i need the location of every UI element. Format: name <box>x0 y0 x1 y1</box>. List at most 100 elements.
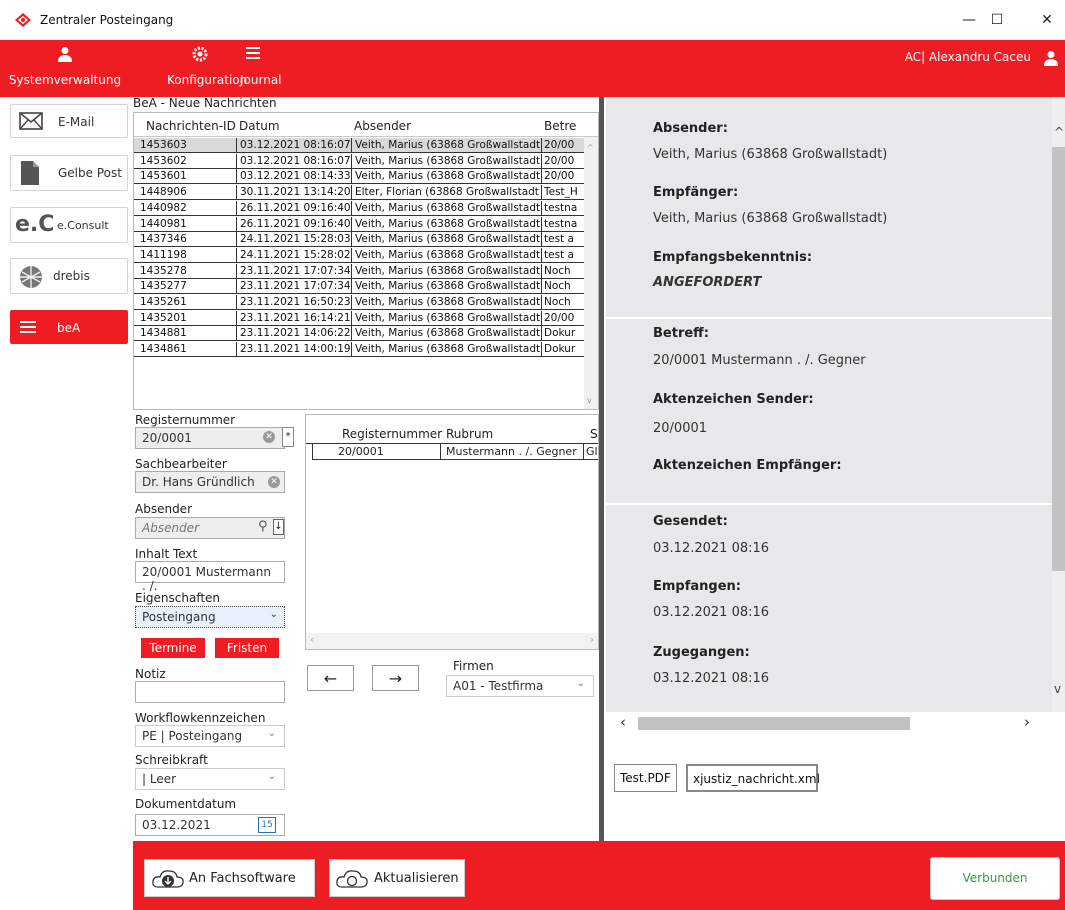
nav-item-gelbe-post[interactable]: Gelbe Post <box>10 155 128 191</box>
column-header[interactable]: Rubrum <box>446 427 493 441</box>
chevron-down-icon[interactable]: v <box>1054 682 1061 696</box>
column-header[interactable]: Datum <box>239 119 280 133</box>
an-fachsoftware-button[interactable]: An Fachsoftware <box>144 859 315 897</box>
messages-scrollbar[interactable]: ^ v <box>584 137 598 409</box>
toolbar-journal[interactable]: Journal <box>240 40 284 97</box>
close-button[interactable]: ✕ <box>1024 6 1065 34</box>
detail-scrollbar[interactable]: ^ v <box>1052 97 1065 712</box>
table-row[interactable]: 1448906 30.11.2021 13:14:20 Elter, Florian… <box>134 185 586 201</box>
splitter[interactable] <box>599 97 604 841</box>
table-row[interactable]: 1434881 23.11.2021 14:06:22 Veith, Marius … <box>134 326 586 342</box>
attachment-xml[interactable]: xjustiz_nachricht.xml <box>686 764 820 792</box>
table-cell: 1453601 <box>140 170 187 183</box>
column-separator <box>541 153 542 169</box>
table-cell: Veith, Marius (63868 Großwallstadt) <box>355 233 540 246</box>
nav-label: E-Mail <box>58 115 95 129</box>
clear-icon[interactable]: ✕ <box>268 476 280 488</box>
column-separator <box>541 295 542 310</box>
column-separator <box>236 326 237 342</box>
table-cell: Veith, Marius (63868 Großwallstadt) <box>355 296 540 308</box>
schreibkraft-select[interactable]: | Leer ⌄ <box>135 768 285 790</box>
scroll-thumb[interactable] <box>1052 147 1065 571</box>
table-row[interactable]: 1434861 23.11.2021 14:00:19 Veith, Marius … <box>134 342 586 358</box>
connection-status-button[interactable]: Verbunden <box>930 857 1060 900</box>
sachbearbeiter-field[interactable]: Dr. Hans Gründlich <box>135 471 285 493</box>
table-row[interactable]: 1435278 23.11.2021 17:07:34 Veith, Marius … <box>134 263 586 279</box>
user-icon[interactable] <box>1044 50 1058 69</box>
detail-value: ANGEFORDERT <box>653 275 762 290</box>
table-cell: 1440982 <box>140 201 187 214</box>
table-row[interactable]: 1435261 23.11.2021 16:50:23 Veith, Marius … <box>134 295 586 310</box>
maximize-button[interactable]: ☐ <box>974 6 1020 34</box>
attachment-pdf[interactable]: Test.PDF <box>614 764 677 792</box>
column-separator <box>236 216 237 232</box>
table-row[interactable]: 1440981 26.11.2021 09:16:40 Veith, Marius … <box>134 216 586 232</box>
move-left-button[interactable]: ← <box>307 665 354 691</box>
nav-item-bea[interactable]: beA <box>10 310 128 344</box>
inhalt-field[interactable]: 20/0001 Mustermann . /. <box>135 561 285 593</box>
table-row[interactable]: 1453603 03.12.2021 08:16:07 Veith, Marius … <box>134 138 586 153</box>
table-cell: Veith, Marius (63868 Großwallstadt) <box>355 248 540 261</box>
table-row[interactable]: 1453601 03.12.2021 08:14:33 Veith, Marius … <box>134 169 586 185</box>
table-cell: test a <box>544 233 574 246</box>
calendar-icon[interactable]: 15 <box>258 817 276 833</box>
column-header[interactable]: Registernummer <box>342 427 442 441</box>
termine-button[interactable]: Termine <box>141 638 205 658</box>
table-cell: Veith, Marius (63868 Großwallstadt) <box>355 264 540 277</box>
detail-horizontal-scrollbar[interactable]: ‹ › <box>606 712 1065 734</box>
column-header[interactable]: S <box>590 427 598 441</box>
search-icon[interactable]: ⚲ <box>258 519 268 534</box>
download-arrow-icon[interactable]: ↓ <box>273 519 284 535</box>
nav-item-econsult[interactable]: e.C e.Consult <box>10 207 128 243</box>
horizontal-scrollbar[interactable]: ‹ › <box>306 633 598 649</box>
table-cell: 26.11.2021 09:16:40 <box>240 217 351 230</box>
button-label: An Fachsoftware <box>189 871 296 886</box>
required-toggle[interactable]: * <box>282 427 294 447</box>
table-row[interactable]: 1437346 24.11.2021 15:28:03 Veith, Marius … <box>134 232 586 248</box>
nav-label: Gelbe Post <box>58 166 122 180</box>
table-cell: 24.11.2021 15:28:03 <box>240 233 351 246</box>
nav-item-drebis[interactable]: drebis <box>10 258 128 294</box>
e-consult-logo: e.C <box>15 212 55 237</box>
table-row[interactable]: 1435201 23.11.2021 16:14:21 Veith, Marius … <box>134 310 586 326</box>
table-row[interactable]: 1411198 24.11.2021 15:28:02 Veith, Marius … <box>134 247 586 263</box>
firmen-value: A01 - Testfirma <box>453 679 544 693</box>
toolbar-label: Journal <box>240 73 282 87</box>
nav-item-email[interactable]: E-Mail <box>10 104 128 138</box>
column-header[interactable]: Betre <box>544 119 576 133</box>
table-cell: 23.11.2021 17:07:34 <box>240 264 351 277</box>
table-cell: Veith, Marius (63868 Großwallstadt) <box>355 217 540 230</box>
workflow-select[interactable]: PE | Posteingang ⌄ <box>135 725 285 747</box>
chevron-left-icon[interactable]: ‹ <box>620 713 626 731</box>
firmen-select[interactable]: A01 - Testfirma ⌄ <box>446 675 594 697</box>
user-icon <box>6 46 124 64</box>
table-cell: test a <box>544 248 574 261</box>
toolbar-systemverwaltung[interactable]: Systemverwaltung <box>6 40 124 97</box>
column-separator <box>236 247 237 263</box>
column-header[interactable]: Nachrichten-ID <box>146 119 236 133</box>
column-header[interactable]: Absender <box>354 119 411 133</box>
fristen-button[interactable]: Fristen <box>215 638 279 658</box>
table-row[interactable]: 1435277 23.11.2021 17:07:34 Veith, Marius … <box>134 279 586 295</box>
table-cell: Dokur <box>544 343 576 356</box>
eigenschaften-select[interactable]: Posteingang ⌄ <box>135 606 285 628</box>
table-cell: Veith, Marius (63868 Großwallstadt) <box>355 201 540 214</box>
toolbar-label: Systemverwaltung <box>8 73 122 87</box>
column-separator <box>541 342 542 358</box>
column-separator <box>541 326 542 342</box>
table-cell: 30.11.2021 13:14:20 <box>240 186 351 199</box>
aktualisieren-button[interactable]: Aktualisieren <box>329 859 465 897</box>
chevron-right-icon[interactable]: › <box>1024 713 1030 731</box>
move-right-button[interactable]: → <box>372 665 419 691</box>
table-row[interactable]: 1440982 26.11.2021 09:16:40 Veith, Marius … <box>134 200 586 216</box>
table-row[interactable]: 1453602 03.12.2021 08:16:07 Veith, Marius … <box>134 153 586 169</box>
schreibkraft-value: | Leer <box>142 772 177 786</box>
workflow-value: PE | Posteingang <box>142 729 243 743</box>
notiz-field[interactable] <box>135 681 285 703</box>
table-row[interactable]: 20/0001 Mustermann . /. Gegner Gl <box>312 444 598 460</box>
clear-icon[interactable]: ✕ <box>263 431 275 443</box>
chevron-up-icon[interactable]: ^ <box>1054 125 1064 139</box>
scroll-thumb[interactable] <box>638 717 910 730</box>
user-name[interactable]: AC| Alexandru Caceu <box>905 50 1031 64</box>
table-cell: Elter, Florian (63868 Großwallstadt) <box>355 186 540 199</box>
